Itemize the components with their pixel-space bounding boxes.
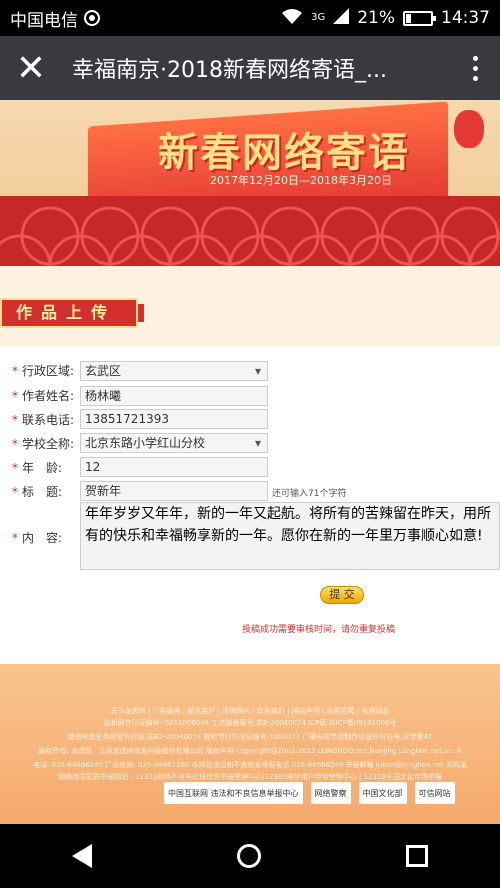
lantern-icon bbox=[454, 110, 484, 148]
battery-percent: 21% bbox=[357, 8, 395, 28]
footer-badges: 中国互联网 违法和不良信息举报中心 网络警察 中国文化部 可信网站 bbox=[164, 782, 455, 804]
author-label: 作者姓名: bbox=[22, 389, 75, 403]
vpn-icon bbox=[84, 10, 100, 26]
cyber-police-badge[interactable]: 网络警察 bbox=[310, 782, 351, 804]
title-label: 标 题: bbox=[22, 485, 63, 499]
age-input[interactable]: 12 bbox=[80, 457, 268, 477]
title-row: * 标 题: bbox=[12, 483, 88, 500]
footer-line-1: 国新网许可证编号--3212006004 工信部备案号:苏B-20040074 … bbox=[103, 719, 397, 727]
footer-line-3: 版权所有: 龙虎网 · 江苏龙虎网信息科技股份有限公司 版权声明 Copyrig… bbox=[38, 747, 462, 755]
status-icons: 3G 21% 14:37 bbox=[281, 7, 490, 30]
author-row: * 作者姓名: bbox=[12, 387, 88, 404]
submit-button[interactable]: 提 交 bbox=[320, 586, 364, 604]
recent-apps-icon[interactable] bbox=[405, 845, 428, 867]
carrier-label: 中国电信 bbox=[10, 10, 78, 31]
author-input[interactable]: 杨林曦 bbox=[80, 386, 268, 406]
district-select[interactable]: 玄武区 bbox=[80, 361, 268, 381]
banner-dates: 2017年12月20日—2018年3月20日 bbox=[210, 174, 392, 187]
status-bar: 中国电信 3G 21% 14:37 bbox=[0, 0, 500, 36]
phone-label: 联系电话: bbox=[22, 413, 75, 427]
content-label: 内 容: bbox=[22, 531, 63, 545]
school-row: * 学校全称: bbox=[12, 435, 88, 452]
content-row: * 内 容: bbox=[12, 529, 88, 546]
wifi-icon bbox=[281, 7, 303, 30]
district-row: * 行政区域: bbox=[12, 362, 88, 379]
age-label: 年 龄: bbox=[22, 461, 63, 475]
footer-links[interactable]: 关于龙虎网 | 广告服务 | 家长监护 | 法律顾问 | 联系我们 | 网站声明… bbox=[0, 706, 500, 716]
signal-icon bbox=[333, 7, 350, 29]
section-heading: 作品上传 bbox=[0, 298, 144, 328]
more-options-icon[interactable] bbox=[450, 55, 500, 81]
battery-icon bbox=[403, 10, 436, 26]
content-textarea[interactable]: 年年岁岁又年年，新的一年又起航。将所有的苦辣留在昨天，用所有的快乐和幸福畅享新的… bbox=[80, 502, 500, 570]
screen: 中国电信 3G 21% 14:37 ✕ 幸福南京·2018新春网络寄语_... … bbox=[0, 0, 500, 888]
age-row: * 年 龄: bbox=[12, 459, 88, 476]
footer: 关于龙虎网 | 广告服务 | 家长监护 | 法律顾问 | 联系我们 | 网站声明… bbox=[0, 664, 500, 824]
school-select[interactable]: 北京东路小学红山分校 bbox=[80, 433, 268, 453]
footer-line-4: 电话: 025-84686249 广告热线: 025-84687180 本网站违… bbox=[32, 761, 468, 769]
banner: 新春网络寄语 2017年12月20日—2018年3月20日 bbox=[0, 100, 500, 266]
system-nav-bar bbox=[0, 824, 500, 888]
page-title: 幸福南京·2018新春网络寄语_... bbox=[72, 58, 387, 83]
title-input[interactable]: 贺新年 bbox=[80, 481, 268, 501]
home-icon[interactable] bbox=[236, 844, 261, 868]
footer-line-5: 网络违法犯罪举报网站 | 12321网络不良与垃圾信息举报受理中心|12300电… bbox=[58, 773, 442, 781]
back-icon[interactable] bbox=[72, 844, 93, 868]
phone-input[interactable]: 13851721393 bbox=[80, 409, 268, 429]
banner-title: 新春网络寄语 bbox=[158, 130, 410, 176]
title-bar: ✕ 幸福南京·2018新春网络寄语_... bbox=[0, 36, 500, 100]
trusted-site-badge[interactable]: 可信网站 bbox=[414, 782, 455, 804]
wave-pattern bbox=[0, 196, 500, 266]
footer-line-2: 增值电信业务经营许可证:苏B2-20040074 视听节目许可证编号:10040… bbox=[67, 733, 433, 741]
clock: 14:37 bbox=[441, 8, 490, 28]
school-label: 学校全称: bbox=[22, 437, 75, 451]
title-char-hint: 还可输入71个字符 bbox=[272, 489, 347, 499]
close-icon[interactable]: ✕ bbox=[0, 36, 62, 100]
report-center-badge[interactable]: 中国互联网 违法和不良信息举报中心 bbox=[164, 782, 303, 804]
network-type: 3G bbox=[311, 12, 326, 23]
phone-row: * 联系电话: bbox=[12, 411, 88, 428]
submit-notice: 投稿成功需要审核时间，请勿重复投稿 bbox=[242, 625, 396, 635]
culture-ministry-badge[interactable]: 中国文化部 bbox=[358, 782, 407, 804]
district-label: 行政区域: bbox=[22, 364, 75, 378]
